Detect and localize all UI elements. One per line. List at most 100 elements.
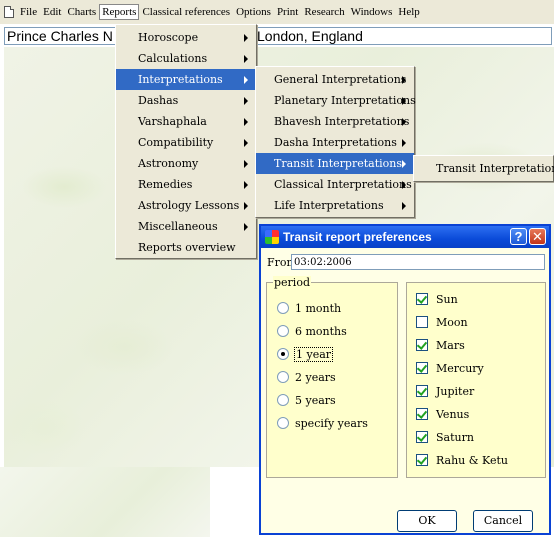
menu-item-life-interpretations[interactable]: Life Interpretations xyxy=(256,195,414,216)
menu-item-label: Transit Interpretations xyxy=(274,157,403,170)
menu-reports[interactable]: Reports xyxy=(99,4,140,20)
dialog-titlebar[interactable]: Transit report preferences ? ✕ xyxy=(261,226,549,248)
transit-report-preferences-dialog: Transit report preferences ? ✕ From peri… xyxy=(259,224,551,535)
planet-mars[interactable]: Mars xyxy=(416,337,465,353)
menu-item-general-interpretations[interactable]: General Interpretations xyxy=(256,69,414,90)
menu-item-astrology-lessons[interactable]: Astrology Lessons xyxy=(116,195,256,216)
checkbox-checked[interactable] xyxy=(416,454,428,466)
checkbox-checked[interactable] xyxy=(416,293,428,305)
planet-sun[interactable]: Sun xyxy=(416,291,458,307)
menu-item-label: Horoscope xyxy=(138,31,199,44)
planet-venus[interactable]: Venus xyxy=(416,406,469,422)
menu-item-astronomy[interactable]: Astronomy xyxy=(116,153,256,174)
submenu-arrow-icon xyxy=(244,34,248,42)
transit-submenu: Transit Interpretations xyxy=(413,155,554,182)
planet-saturn[interactable]: Saturn xyxy=(416,429,474,445)
menu-item-transit-interpretations[interactable]: Transit Interpretations xyxy=(256,153,414,174)
menu-item-varshaphala[interactable]: Varshaphala xyxy=(116,111,256,132)
planet-mercury[interactable]: Mercury xyxy=(416,360,484,376)
chart-title-field[interactable]: Prince Charles N London, England xyxy=(4,27,552,45)
submenu-arrow-icon xyxy=(244,223,248,231)
menu-item-label: Astronomy xyxy=(138,157,199,170)
menu-item-bhavesh-interpretations[interactable]: Bhavesh Interpretations xyxy=(256,111,414,132)
period-group: period 1 month 6 months 1 year 2 years 5… xyxy=(266,276,398,478)
menu-windows[interactable]: Windows xyxy=(348,4,396,20)
checkbox-checked[interactable] xyxy=(416,408,428,420)
menu-item-dasha-interpretations[interactable]: Dasha Interpretations xyxy=(256,132,414,153)
menu-item-planetary-interpretations[interactable]: Planetary Interpretations xyxy=(256,90,416,111)
submenu-arrow-icon xyxy=(244,139,248,147)
chart-title-name: Prince Charles N xyxy=(7,28,113,44)
menu-print[interactable]: Print xyxy=(274,4,301,20)
submenu-arrow-icon xyxy=(244,160,248,168)
menu-item-label: Transit Interpretations xyxy=(436,162,554,175)
checkbox-label: Jupiter xyxy=(436,384,475,398)
period-option-1-month[interactable]: 1 month xyxy=(277,300,341,316)
menu-item-dashas[interactable]: Dashas xyxy=(116,90,256,111)
period-option-2-years[interactable]: 2 years xyxy=(277,369,336,385)
radio-label: 2 years xyxy=(295,370,336,384)
from-row: From xyxy=(267,254,545,270)
planet-moon[interactable]: Moon xyxy=(416,314,468,330)
radio-button[interactable] xyxy=(277,394,289,406)
checkbox-label: Sun xyxy=(436,292,458,306)
submenu-arrow-icon xyxy=(244,97,248,105)
menu-classical-references[interactable]: Classical references xyxy=(139,4,233,20)
planets-group: Sun Moon Mars Mercury Jupiter Venus Satu… xyxy=(406,282,546,478)
submenu-arrow-icon xyxy=(244,76,248,84)
period-option-6-months[interactable]: 6 months xyxy=(277,323,347,339)
menu-item-classical-interpretations[interactable]: Classical Interpretations xyxy=(256,174,414,195)
checkbox[interactable] xyxy=(416,316,428,328)
menu-item-miscellaneous[interactable]: Miscellaneous xyxy=(116,216,256,237)
menu-charts[interactable]: Charts xyxy=(64,4,99,20)
planet-rahu-ketu[interactable]: Rahu & Ketu xyxy=(416,452,508,468)
planet-jupiter[interactable]: Jupiter xyxy=(416,383,474,399)
period-legend: period xyxy=(273,276,311,289)
app-icon xyxy=(265,230,279,244)
help-button[interactable]: ? xyxy=(510,228,527,245)
submenu-arrow-icon xyxy=(402,76,406,84)
menu-edit[interactable]: Edit xyxy=(40,4,64,20)
menu-item-label: Planetary Interpretations xyxy=(274,94,416,107)
menu-help[interactable]: Help xyxy=(395,4,422,20)
menu-item-remedies[interactable]: Remedies xyxy=(116,174,256,195)
radio-label: 6 months xyxy=(295,324,347,338)
menu-item-transit-interpretations-report[interactable]: Transit Interpretations xyxy=(414,158,554,179)
menu-item-label: Classical Interpretations xyxy=(274,178,412,191)
menu-item-label: Compatibility xyxy=(138,136,214,149)
menu-item-calculations[interactable]: Calculations xyxy=(116,48,256,69)
submenu-arrow-icon xyxy=(402,139,406,147)
cancel-button[interactable]: Cancel xyxy=(473,510,533,532)
menu-item-interpretations[interactable]: Interpretations xyxy=(116,69,256,90)
submenu-arrow-icon xyxy=(402,118,406,126)
checkbox-checked[interactable] xyxy=(416,431,428,443)
checkbox-label: Saturn xyxy=(436,430,474,444)
from-date-input[interactable] xyxy=(291,254,545,270)
menu-item-reports-overview[interactable]: Reports overview xyxy=(116,237,256,258)
checkbox-checked[interactable] xyxy=(416,362,428,374)
checkbox-label: Mars xyxy=(436,338,465,352)
radio-button[interactable] xyxy=(277,302,289,314)
radio-button[interactable] xyxy=(277,371,289,383)
radio-button[interactable] xyxy=(277,325,289,337)
menu-research[interactable]: Research xyxy=(301,4,347,20)
menu-item-compatibility[interactable]: Compatibility xyxy=(116,132,256,153)
submenu-arrow-icon xyxy=(244,181,248,189)
submenu-arrow-icon xyxy=(244,55,248,63)
period-option-5-years[interactable]: 5 years xyxy=(277,392,336,408)
close-button[interactable]: ✕ xyxy=(529,228,546,245)
checkbox-checked[interactable] xyxy=(416,385,428,397)
new-document-icon[interactable] xyxy=(4,6,14,18)
menu-item-horoscope[interactable]: Horoscope xyxy=(116,27,256,48)
menu-item-label: Calculations xyxy=(138,52,208,65)
period-option-1-year[interactable]: 1 year xyxy=(277,346,334,362)
menu-file[interactable]: File xyxy=(17,4,40,20)
period-option-specify-years[interactable]: specify years xyxy=(277,415,368,431)
ok-button[interactable]: OK xyxy=(397,510,457,532)
radio-button[interactable] xyxy=(277,417,289,429)
menu-item-label: Dashas xyxy=(138,94,179,107)
checkbox-checked[interactable] xyxy=(416,339,428,351)
radio-button-selected[interactable] xyxy=(277,348,289,360)
menu-options[interactable]: Options xyxy=(233,4,274,20)
menu-item-label: Remedies xyxy=(138,178,193,191)
